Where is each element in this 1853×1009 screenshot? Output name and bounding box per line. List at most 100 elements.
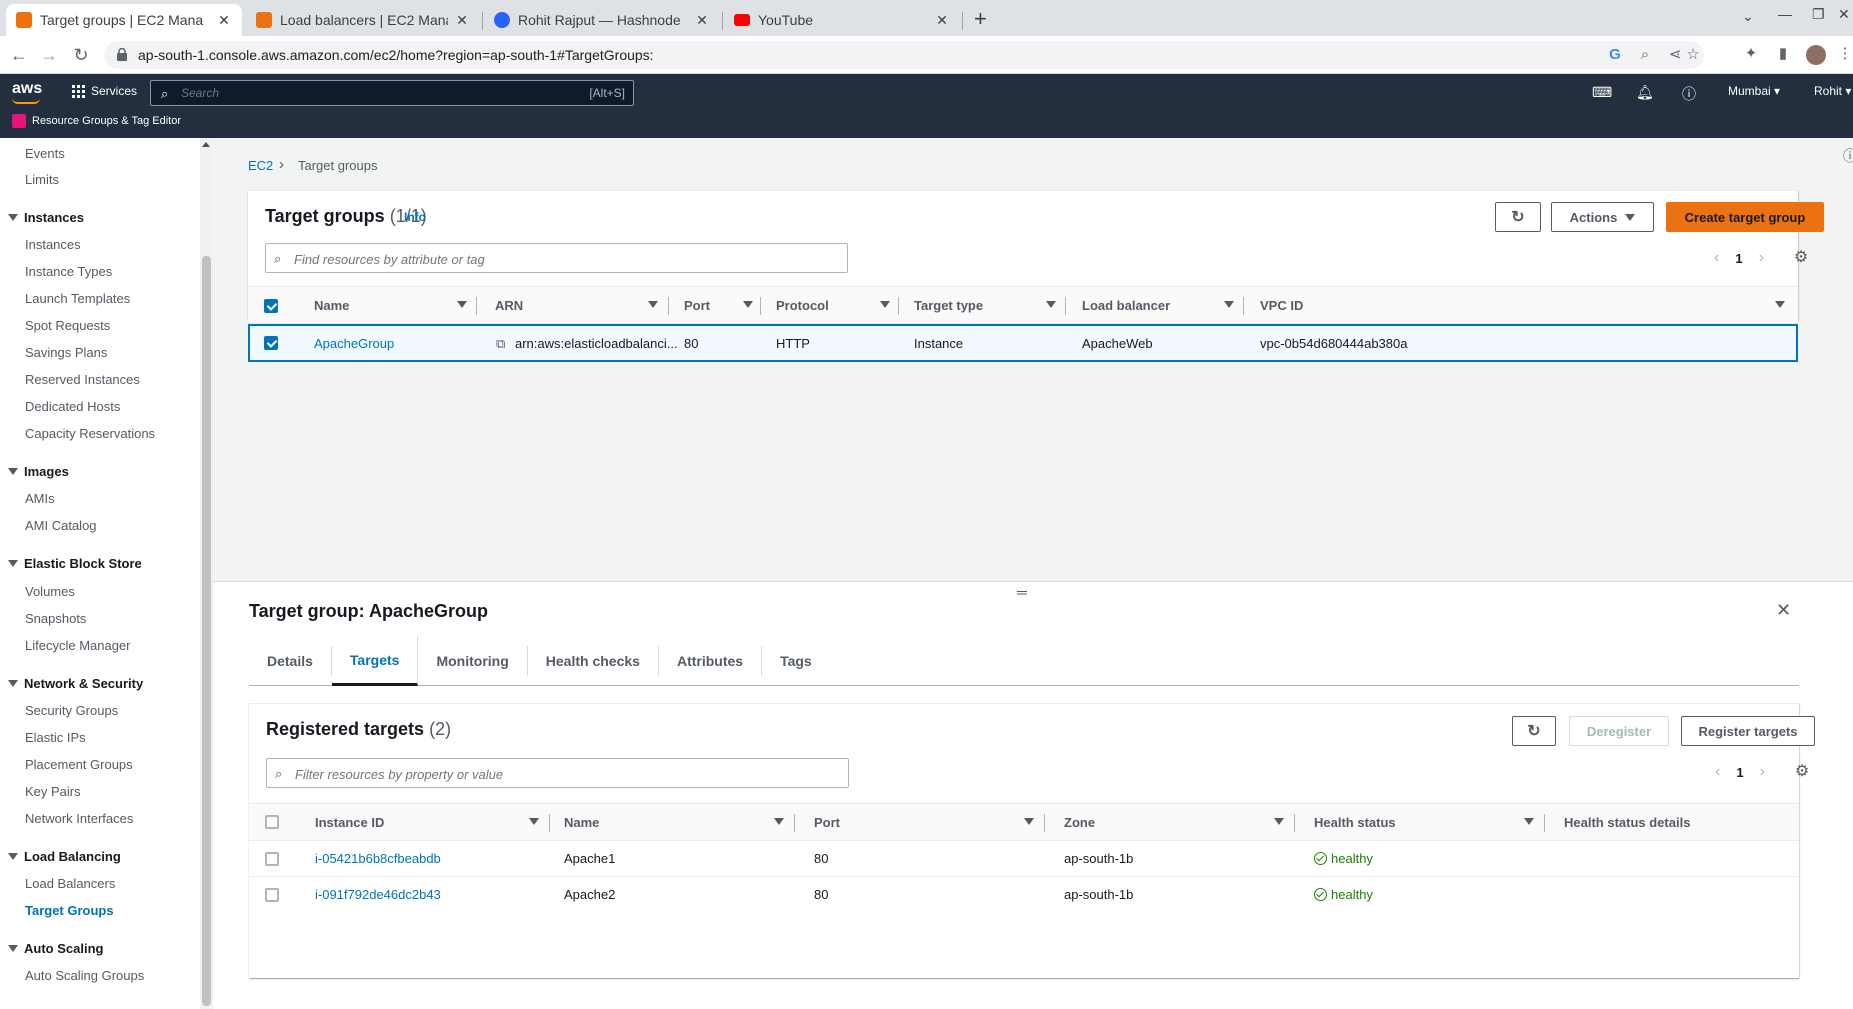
- col-health-status[interactable]: Health status: [1314, 815, 1396, 830]
- sidebar-item-network-interfaces[interactable]: Network Interfaces: [25, 811, 133, 826]
- col-instance-id[interactable]: Instance ID: [315, 815, 384, 830]
- browser-tab-load-balancers[interactable]: Load balancers | EC2 Mana ✕: [246, 4, 480, 36]
- tab-search-icon[interactable]: ⌄: [1742, 8, 1754, 25]
- tab-monitoring[interactable]: Monitoring: [418, 646, 528, 676]
- page-number[interactable]: 1: [1736, 765, 1743, 780]
- sidebar-item-ami-catalog[interactable]: AMI Catalog: [25, 518, 97, 533]
- tab-attributes[interactable]: Attributes: [659, 646, 763, 676]
- address-bar[interactable]: ap-south-1.console.aws.amazon.com/ec2/ho…: [104, 41, 1704, 69]
- sort-icon[interactable]: [1046, 301, 1056, 308]
- tab-health-checks[interactable]: Health checks: [528, 646, 659, 676]
- back-icon[interactable]: ←: [8, 44, 30, 66]
- col-zone[interactable]: Zone: [1064, 815, 1095, 830]
- sort-icon[interactable]: [1274, 818, 1284, 825]
- registered-targets-filter-input[interactable]: [295, 765, 735, 783]
- sidebar-section-ebs[interactable]: Elastic Block Store: [8, 556, 142, 571]
- row-checkbox[interactable]: [264, 336, 278, 350]
- notifications-bell-icon[interactable]: 🔔︎: [1636, 84, 1654, 101]
- refresh-button[interactable]: ↻: [1495, 202, 1541, 232]
- table-row[interactable]: i-05421b6b8cfbeabdb Apache1 80 ap-south-…: [249, 841, 1799, 877]
- sidebar-section-instances[interactable]: Instances: [8, 210, 84, 225]
- sidebar-item-limits[interactable]: Limits: [25, 172, 59, 187]
- account-menu[interactable]: Rohit ▾: [1814, 84, 1851, 98]
- sidebar-item-load-balancers[interactable]: Load Balancers: [25, 876, 115, 891]
- minimize-icon[interactable]: —: [1778, 6, 1792, 22]
- scroll-up-arrow-icon[interactable]: [202, 142, 210, 147]
- sort-icon[interactable]: [774, 818, 784, 825]
- share-icon[interactable]: ⋖: [1666, 46, 1684, 64]
- col-vpc-id[interactable]: VPC ID: [1260, 298, 1303, 313]
- row-checkbox[interactable]: [265, 888, 279, 902]
- sidebar-item-snapshots[interactable]: Snapshots: [25, 611, 86, 626]
- forward-icon[interactable]: →: [38, 44, 60, 66]
- sidebar-item-instance-types[interactable]: Instance Types: [25, 264, 112, 279]
- select-all-checkbox[interactable]: [265, 815, 279, 829]
- target-groups-filter-input[interactable]: [294, 250, 734, 268]
- col-protocol[interactable]: Protocol: [776, 298, 829, 313]
- sort-icon[interactable]: [1024, 818, 1034, 825]
- table-row[interactable]: ApacheGroup ⧉ arn:aws:elasticloadbalanci…: [248, 324, 1798, 362]
- target-group-name-link[interactable]: ApacheGroup: [314, 336, 394, 351]
- refresh-targets-button[interactable]: ↻: [1512, 716, 1556, 746]
- sidebar-item-spot-requests[interactable]: Spot Requests: [25, 318, 110, 333]
- services-menu-button[interactable]: Services: [72, 84, 137, 98]
- reload-icon[interactable]: ↻: [70, 44, 92, 66]
- page-number[interactable]: 1: [1735, 251, 1742, 266]
- col-port[interactable]: Port: [814, 815, 840, 830]
- close-tab-icon[interactable]: ✕: [216, 12, 232, 29]
- sort-icon[interactable]: [743, 301, 753, 308]
- sidebar-item-volumes[interactable]: Volumes: [25, 584, 75, 599]
- sort-icon[interactable]: [1775, 301, 1785, 308]
- sidebar-item-target-groups[interactable]: Target Groups: [25, 903, 114, 918]
- extensions-icon[interactable]: ✦: [1742, 45, 1760, 63]
- close-tab-icon[interactable]: ✕: [934, 12, 950, 29]
- close-tab-icon[interactable]: ✕: [694, 12, 710, 29]
- sidebar-section-network-security[interactable]: Network & Security: [8, 676, 143, 691]
- cloudshell-icon[interactable]: ⌨: [1592, 84, 1612, 101]
- close-detail-icon[interactable]: ✕: [1776, 600, 1791, 621]
- tab-details[interactable]: Details: [249, 646, 332, 676]
- browser-tab-hashnode[interactable]: Rohit Rajput — Hashnode ✕: [484, 4, 720, 36]
- sidebar-item-dedicated-hosts[interactable]: Dedicated Hosts: [25, 399, 120, 414]
- sidebar-item-capacity-reservations[interactable]: Capacity Reservations: [25, 426, 155, 441]
- sidebar-section-auto-scaling[interactable]: Auto Scaling: [8, 941, 103, 956]
- zoom-icon[interactable]: ⌕: [1636, 46, 1654, 64]
- browser-tab-target-groups[interactable]: Target groups | EC2 Mana ✕: [6, 4, 242, 36]
- google-icon[interactable]: G: [1606, 46, 1624, 64]
- col-arn[interactable]: ARN: [495, 298, 523, 313]
- tab-tags[interactable]: Tags: [762, 646, 830, 676]
- create-target-group-button[interactable]: Create target group: [1666, 202, 1824, 232]
- close-window-icon[interactable]: ✕: [1838, 6, 1850, 23]
- aws-search-input[interactable]: [181, 84, 481, 102]
- new-tab-icon[interactable]: +: [974, 6, 987, 32]
- col-load-balancer[interactable]: Load balancer: [1082, 298, 1170, 313]
- resize-handle-icon[interactable]: ═: [1017, 584, 1027, 600]
- sidebar-item-placement-groups[interactable]: Placement Groups: [25, 757, 133, 772]
- copy-icon[interactable]: ⧉: [496, 336, 505, 352]
- col-name[interactable]: Name: [314, 298, 349, 313]
- resource-groups-link[interactable]: Resource Groups & Tag Editor: [12, 114, 181, 128]
- sidebar-item-lifecycle-manager[interactable]: Lifecycle Manager: [25, 638, 131, 653]
- sidebar-item-savings-plans[interactable]: Savings Plans: [25, 345, 107, 360]
- deregister-button[interactable]: Deregister: [1569, 716, 1669, 746]
- bookmark-star-icon[interactable]: ☆: [1684, 46, 1702, 64]
- aws-logo[interactable]: aws: [12, 80, 42, 98]
- sort-icon[interactable]: [648, 301, 658, 308]
- close-tab-icon[interactable]: ✕: [454, 12, 470, 29]
- actions-button[interactable]: Actions: [1551, 202, 1654, 232]
- info-link[interactable]: Info: [404, 210, 426, 224]
- preferences-gear-icon[interactable]: ⚙: [1794, 764, 1810, 780]
- target-groups-filter[interactable]: ⌕: [265, 243, 848, 273]
- col-name[interactable]: Name: [564, 815, 599, 830]
- aws-search-box[interactable]: ⌕ [Alt+S]: [150, 80, 634, 106]
- sort-icon[interactable]: [1524, 818, 1534, 825]
- sidebar-item-amis[interactable]: AMIs: [25, 491, 55, 506]
- maximize-icon[interactable]: ❐: [1812, 6, 1825, 23]
- next-page-icon[interactable]: ›: [1760, 763, 1765, 781]
- sidebar-section-load-balancing[interactable]: Load Balancing: [8, 849, 121, 864]
- col-port[interactable]: Port: [684, 298, 710, 313]
- browser-menu-icon[interactable]: ⋮: [1836, 45, 1853, 63]
- sidebar-section-images[interactable]: Images: [8, 464, 69, 479]
- help-icon[interactable]: ⓘ: [1682, 84, 1696, 104]
- sidebar-item-security-groups[interactable]: Security Groups: [25, 703, 118, 718]
